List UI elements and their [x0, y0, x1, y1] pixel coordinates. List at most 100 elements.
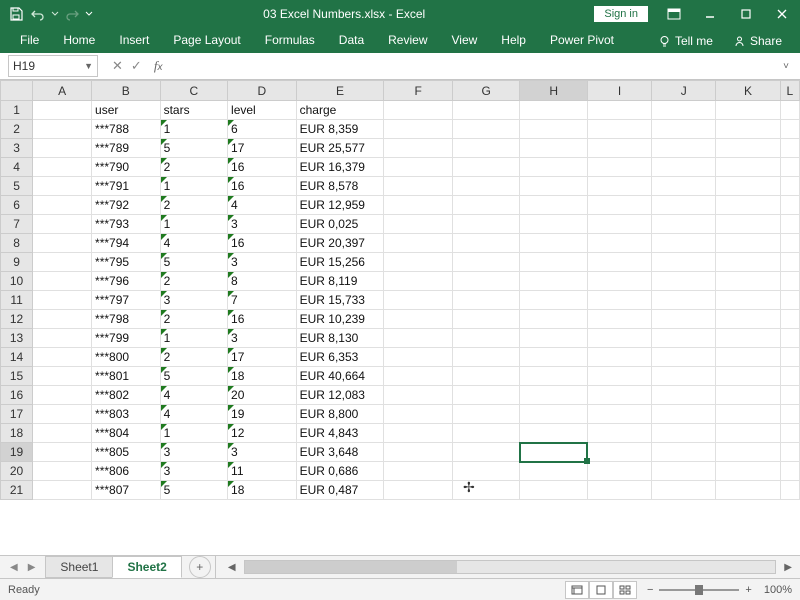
cell-J5[interactable]: [652, 177, 716, 196]
cell-C15[interactable]: 5: [160, 367, 227, 386]
cell-C11[interactable]: 3: [160, 291, 227, 310]
cell-G8[interactable]: [452, 234, 519, 253]
cell-H8[interactable]: [520, 234, 587, 253]
cell-I13[interactable]: [587, 329, 651, 348]
cell-I3[interactable]: [587, 139, 651, 158]
row-header-1[interactable]: 1: [1, 101, 33, 120]
cell-B6[interactable]: ***792: [92, 196, 161, 215]
cell-L6[interactable]: [780, 196, 799, 215]
cell-L2[interactable]: [780, 120, 799, 139]
cell-H10[interactable]: [520, 272, 587, 291]
cell-B15[interactable]: ***801: [92, 367, 161, 386]
cell-C17[interactable]: 4: [160, 405, 227, 424]
tab-help[interactable]: Help: [489, 28, 538, 53]
cell-K18[interactable]: [716, 424, 780, 443]
cell-C10[interactable]: 2: [160, 272, 227, 291]
cell-C4[interactable]: 2: [160, 158, 227, 177]
maximize-button[interactable]: [728, 0, 764, 27]
cell-L14[interactable]: [780, 348, 799, 367]
cell-L3[interactable]: [780, 139, 799, 158]
cell-G14[interactable]: [452, 348, 519, 367]
sheet-tab-sheet2[interactable]: Sheet2: [112, 556, 181, 578]
cell-G13[interactable]: [452, 329, 519, 348]
cell-A4[interactable]: [33, 158, 92, 177]
cell-A20[interactable]: [33, 462, 92, 481]
cell-F4[interactable]: [384, 158, 453, 177]
cell-J3[interactable]: [652, 139, 716, 158]
cell-J1[interactable]: [652, 101, 716, 120]
cell-G2[interactable]: [452, 120, 519, 139]
column-header-G[interactable]: G: [452, 81, 519, 101]
cell-F3[interactable]: [384, 139, 453, 158]
cell-K10[interactable]: [716, 272, 780, 291]
cell-F17[interactable]: [384, 405, 453, 424]
hscroll-track[interactable]: [244, 560, 777, 574]
cell-C21[interactable]: 5: [160, 481, 227, 500]
column-header-E[interactable]: E: [296, 81, 384, 101]
cell-G19[interactable]: [452, 443, 519, 462]
cell-F20[interactable]: [384, 462, 453, 481]
cell-A9[interactable]: [33, 253, 92, 272]
cell-K21[interactable]: [716, 481, 780, 500]
cell-I12[interactable]: [587, 310, 651, 329]
cell-B2[interactable]: ***788: [92, 120, 161, 139]
cell-E21[interactable]: EUR 0,487: [296, 481, 384, 500]
cell-C16[interactable]: 4: [160, 386, 227, 405]
cell-I5[interactable]: [587, 177, 651, 196]
cell-B20[interactable]: ***806: [92, 462, 161, 481]
share-button[interactable]: Share: [723, 29, 792, 53]
row-header-4[interactable]: 4: [1, 158, 33, 177]
column-header-K[interactable]: K: [716, 81, 780, 101]
row-header-16[interactable]: 16: [1, 386, 33, 405]
cell-L16[interactable]: [780, 386, 799, 405]
cell-E6[interactable]: EUR 12,959: [296, 196, 384, 215]
close-button[interactable]: [764, 0, 800, 27]
cancel-formula-icon[interactable]: ✕: [112, 58, 123, 74]
zoom-slider[interactable]: [659, 589, 739, 591]
cell-A11[interactable]: [33, 291, 92, 310]
cell-B18[interactable]: ***804: [92, 424, 161, 443]
cell-E14[interactable]: EUR 6,353: [296, 348, 384, 367]
cell-D16[interactable]: 20: [228, 386, 297, 405]
column-header-J[interactable]: J: [652, 81, 716, 101]
cell-F7[interactable]: [384, 215, 453, 234]
row-header-2[interactable]: 2: [1, 120, 33, 139]
column-header-H[interactable]: H: [520, 81, 587, 101]
cell-J7[interactable]: [652, 215, 716, 234]
cell-C12[interactable]: 2: [160, 310, 227, 329]
cell-H15[interactable]: [520, 367, 587, 386]
cell-F9[interactable]: [384, 253, 453, 272]
cell-G15[interactable]: [452, 367, 519, 386]
cell-L15[interactable]: [780, 367, 799, 386]
cell-B3[interactable]: ***789: [92, 139, 161, 158]
cell-K7[interactable]: [716, 215, 780, 234]
cell-B8[interactable]: ***794: [92, 234, 161, 253]
cell-A15[interactable]: [33, 367, 92, 386]
cell-C13[interactable]: 1: [160, 329, 227, 348]
cell-E12[interactable]: EUR 10,239: [296, 310, 384, 329]
cell-K12[interactable]: [716, 310, 780, 329]
column-header-B[interactable]: B: [92, 81, 161, 101]
row-header-13[interactable]: 13: [1, 329, 33, 348]
cell-G20[interactable]: [452, 462, 519, 481]
horizontal-scrollbar[interactable]: ◀ ▶: [220, 560, 800, 574]
cell-J17[interactable]: [652, 405, 716, 424]
cell-L12[interactable]: [780, 310, 799, 329]
minimize-button[interactable]: [692, 0, 728, 27]
cell-L17[interactable]: [780, 405, 799, 424]
cell-L7[interactable]: [780, 215, 799, 234]
cell-K19[interactable]: [716, 443, 780, 462]
cell-H1[interactable]: [520, 101, 587, 120]
cell-K14[interactable]: [716, 348, 780, 367]
cell-B13[interactable]: ***799: [92, 329, 161, 348]
cell-J20[interactable]: [652, 462, 716, 481]
sheet-nav-prev[interactable]: ◀: [6, 562, 22, 573]
cell-E16[interactable]: EUR 12,083: [296, 386, 384, 405]
page-break-view-button[interactable]: [613, 581, 637, 599]
hscroll-left[interactable]: ◀: [224, 562, 240, 573]
cell-C9[interactable]: 5: [160, 253, 227, 272]
cell-L9[interactable]: [780, 253, 799, 272]
cell-A19[interactable]: [33, 443, 92, 462]
cell-G1[interactable]: [452, 101, 519, 120]
hscroll-right[interactable]: ▶: [780, 562, 796, 573]
